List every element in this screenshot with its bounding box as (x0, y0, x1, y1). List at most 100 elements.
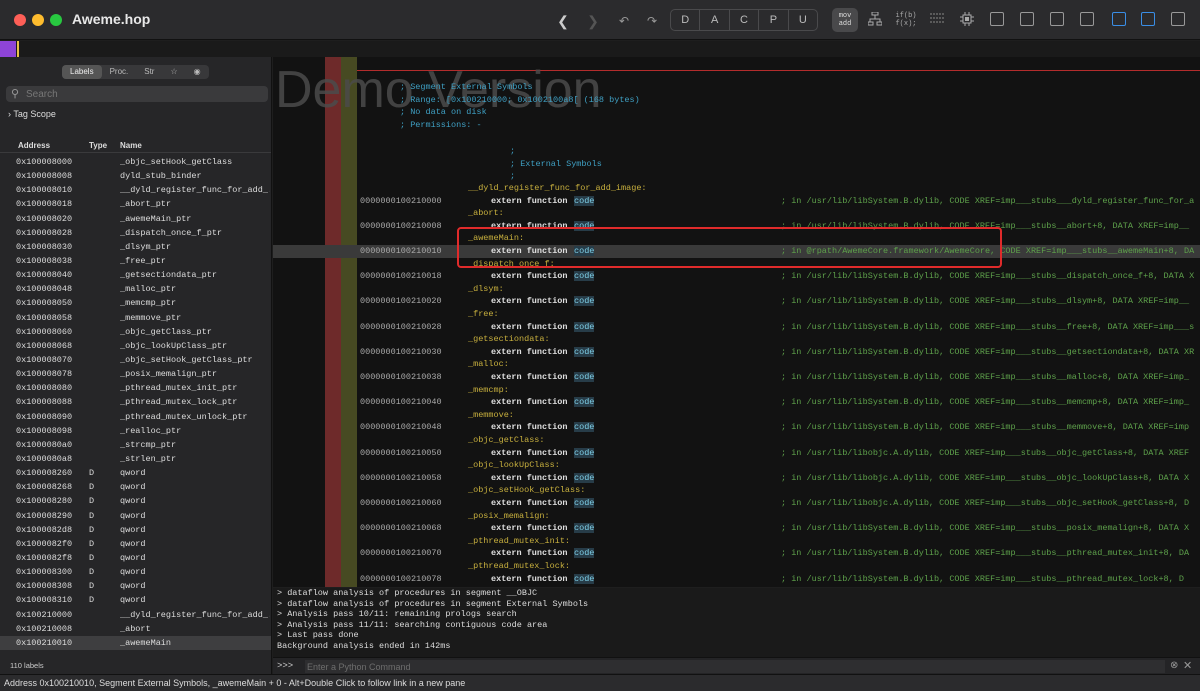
label-row[interactable]: 0x1000082f0 Dqword (0, 537, 271, 551)
label-row[interactable]: 0x100008088 _pthread_mutex_lock_ptr (0, 395, 271, 409)
column-name[interactable]: Name (120, 141, 142, 150)
code-line[interactable]: _malloc: (273, 358, 1200, 371)
pane-layout-2-icon[interactable] (1020, 12, 1034, 26)
code-line[interactable]: _dlsym: (273, 283, 1200, 296)
code-line[interactable]: 0000000100210058 extern function code ; in … (273, 472, 1200, 485)
tab-labels[interactable]: Labels (62, 65, 102, 79)
code-line[interactable]: 0000000100210070 extern function code ; in … (273, 547, 1200, 560)
code-line[interactable]: _pthread_mutex_init: (273, 535, 1200, 548)
segment-u-button[interactable]: U (789, 10, 817, 30)
undo-icon[interactable]: ↶ (616, 11, 632, 31)
label-row[interactable]: 0x100008098 _realloc_ptr (0, 424, 271, 438)
code-line[interactable]: ; Range: [0x100210000; 0x1002100a8[ (168… (273, 94, 1200, 107)
label-row[interactable]: 0x100008008 dyld_stub_binder (0, 169, 271, 183)
label-row[interactable]: 0x100210008 _abort (0, 622, 271, 636)
disassembly-view[interactable]: Demo Version ; Segment External Symbols;… (273, 57, 1200, 587)
toggle-left-pane-icon[interactable] (1112, 12, 1126, 26)
back-icon[interactable]: ❮ (555, 11, 571, 31)
label-row[interactable]: 0x100210000 __dyld_register_func_for_add_… (0, 608, 271, 622)
pane-layout-3-icon[interactable] (1050, 12, 1064, 26)
label-row[interactable]: 0x100008040 _getsectiondata_ptr (0, 268, 271, 282)
pane-layout-4-icon[interactable] (1080, 12, 1094, 26)
zoom-window-button[interactable] (50, 14, 62, 26)
code-line[interactable]: _objc_getClass: (273, 434, 1200, 447)
code-line[interactable]: ; (273, 145, 1200, 158)
close-console-icon[interactable]: ✕ (1183, 659, 1192, 672)
code-line[interactable]: 0000000100210040 extern function code ; in … (273, 396, 1200, 409)
code-line[interactable]: 0000000100210020 extern function code ; in … (273, 295, 1200, 308)
label-row[interactable]: 0x100008290 Dqword (0, 509, 271, 523)
cpu-icon[interactable] (954, 8, 980, 32)
label-row[interactable]: 0x100008308 Dqword (0, 579, 271, 593)
label-row[interactable]: 0x1000082f8 Dqword (0, 551, 271, 565)
segment-c-button[interactable]: C (730, 10, 760, 30)
label-row[interactable]: 0x100008010 __dyld_register_func_for_add_… (0, 183, 271, 197)
label-row[interactable]: 0x100008280 Dqword (0, 494, 271, 508)
code-line[interactable]: ; External Symbols (273, 158, 1200, 171)
code-line[interactable]: 0000000100210048 extern function code ; in … (273, 421, 1200, 434)
label-row[interactable]: 0x100008050 _memcmp_ptr (0, 296, 271, 310)
label-row[interactable]: 0x100008020 _awemeMain_ptr (0, 212, 271, 226)
segment-d-button[interactable]: D (671, 10, 701, 30)
label-row[interactable]: 0x100008048 _malloc_ptr (0, 282, 271, 296)
code-line[interactable]: 0000000100210030 extern function code ; in … (273, 346, 1200, 359)
column-address[interactable]: Address (18, 141, 50, 150)
code-line[interactable]: _memcmp: (273, 384, 1200, 397)
code-line[interactable]: 0000000100210068 extern function code ; in … (273, 522, 1200, 535)
redo-icon[interactable]: ↷ (644, 11, 660, 31)
code-line[interactable]: _abort: (273, 207, 1200, 220)
forward-icon[interactable]: ❯ (585, 11, 601, 31)
label-row[interactable]: 0x100008260 Dqword (0, 466, 271, 480)
code-line[interactable]: 0000000100210060 extern function code ; in … (273, 497, 1200, 510)
label-row[interactable]: 0x100008028 _dispatch_once_f_ptr (0, 226, 271, 240)
column-type[interactable]: Type (89, 141, 107, 150)
code-line[interactable]: ; Segment External Symbols (273, 81, 1200, 94)
label-row[interactable]: 0x1000080a8 _strlen_ptr (0, 452, 271, 466)
label-row[interactable]: 0x100008080 _pthread_mutex_init_ptr (0, 381, 271, 395)
tab-tags[interactable]: ◉ (186, 65, 209, 79)
label-row[interactable]: 0x100008070 _objc_setHook_getClass_ptr (0, 353, 271, 367)
python-command-input[interactable] (305, 660, 1165, 673)
navigation-bar[interactable] (0, 41, 1200, 57)
label-row[interactable]: 0x100210010 _awemeMain (0, 635, 271, 650)
label-row[interactable]: 0x100008058 _memmove_ptr (0, 311, 271, 325)
tab-strings[interactable]: Str (136, 65, 162, 79)
label-row[interactable]: 0x100008060 _objc_getClass_ptr (0, 325, 271, 339)
code-line[interactable]: ; Permissions: - (273, 119, 1200, 132)
search-input[interactable] (26, 87, 262, 101)
label-row[interactable]: 0x100008068 _objc_lookUpClass_ptr (0, 339, 271, 353)
code-line[interactable]: _memmove: (273, 409, 1200, 422)
code-line[interactable]: _getsectiondata: (273, 333, 1200, 346)
code-line[interactable]: 0000000100210018 extern function code ; in … (273, 270, 1200, 283)
code-line[interactable]: __dyld_register_func_for_add_image: (273, 182, 1200, 195)
label-row[interactable]: 0x100008038 _free_ptr (0, 254, 271, 268)
code-line[interactable]: _objc_setHook_getClass: (273, 484, 1200, 497)
code-line[interactable]: 0000000100210050 extern function code ; in … (273, 447, 1200, 460)
tag-scope-toggle[interactable]: › Tag Scope (8, 109, 56, 119)
toggle-right-pane-icon[interactable] (1171, 12, 1185, 26)
code-line[interactable]: _free: (273, 308, 1200, 321)
pane-layout-1-icon[interactable] (990, 12, 1004, 26)
hex-mode-icon[interactable] (924, 8, 950, 32)
code-line[interactable]: _posix_memalign: (273, 510, 1200, 523)
label-row[interactable]: 0x100008310 Dqword (0, 593, 271, 607)
code-line[interactable]: 0000000100210028 extern function code ; in … (273, 321, 1200, 334)
code-line[interactable]: _objc_lookUpClass: (273, 459, 1200, 472)
tab-procedures[interactable]: Proc. (102, 65, 137, 79)
cfg-mode-icon[interactable] (862, 8, 888, 32)
label-row[interactable]: 0x100008090 _pthread_mutex_unlock_ptr (0, 410, 271, 424)
label-row[interactable]: 0x100008268 Dqword (0, 480, 271, 494)
clear-console-icon[interactable]: ⊗ (1170, 660, 1178, 671)
code-line[interactable]: ; (273, 170, 1200, 183)
code-line[interactable]: 0000000100210038 extern function code ; in … (273, 371, 1200, 384)
assembly-mode-button[interactable]: mov add (832, 8, 858, 32)
segment-p-button[interactable]: P (759, 10, 789, 30)
code-line[interactable]: ; No data on disk (273, 106, 1200, 119)
toggle-bottom-pane-icon[interactable] (1141, 12, 1155, 26)
label-row[interactable]: 0x1000080a0 _strcmp_ptr (0, 438, 271, 452)
label-row[interactable]: 0x100008030 _dlsym_ptr (0, 240, 271, 254)
code-line[interactable]: 0000000100210000 extern function code ; in … (273, 195, 1200, 208)
label-row[interactable]: 0x100008000 _objc_setHook_getClass (0, 155, 271, 169)
label-row[interactable]: 0x100008300 Dqword (0, 565, 271, 579)
labels-list[interactable]: 0x100008000 _objc_setHook_getClass 0x10000… (0, 155, 271, 660)
